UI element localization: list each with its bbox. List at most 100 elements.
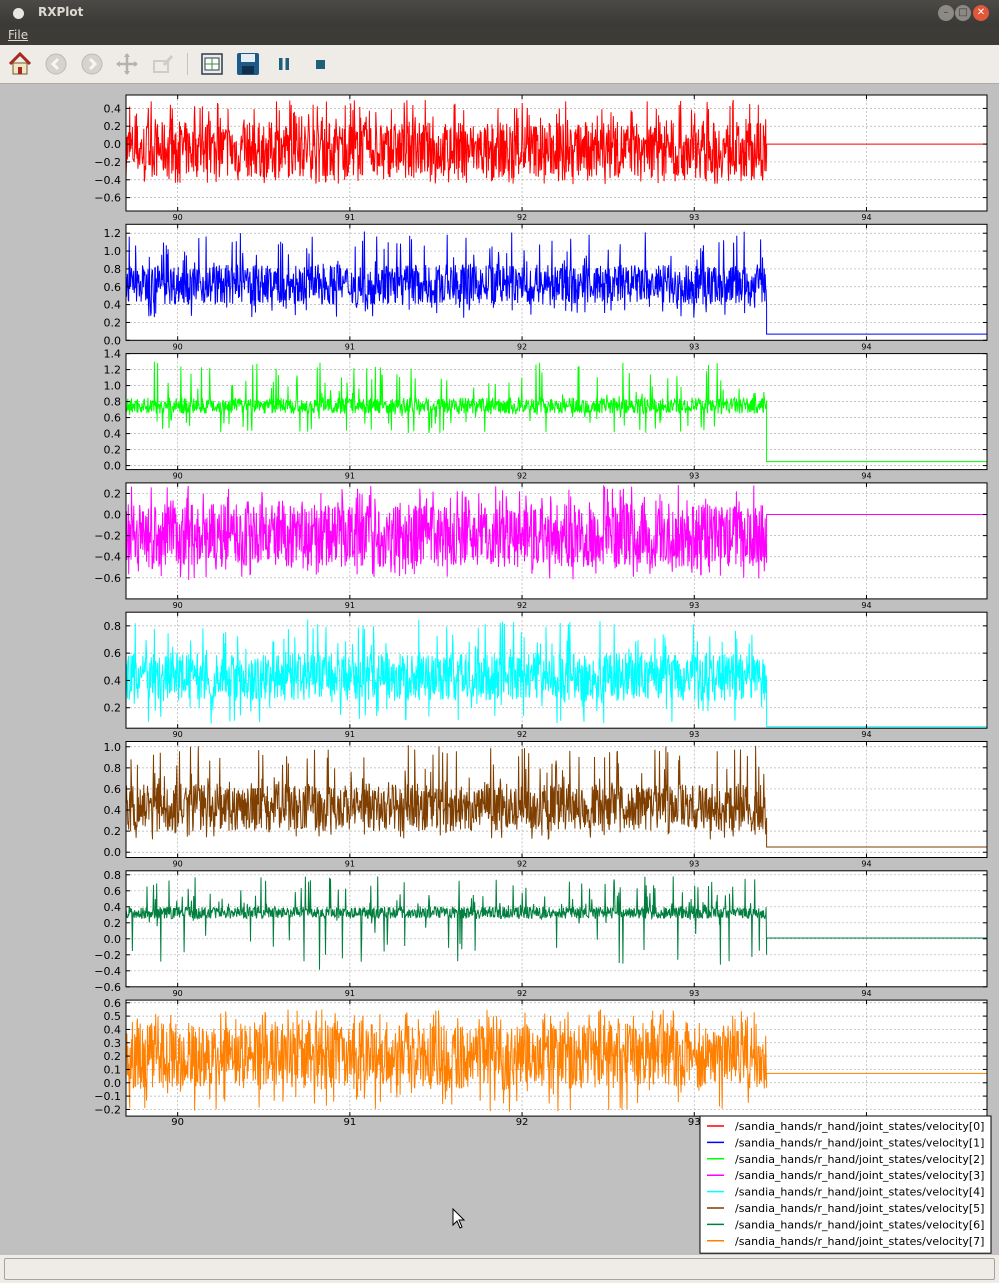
x-tick-label: 91 — [345, 601, 355, 610]
status-field — [4, 1258, 995, 1280]
y-tick-label: 0.6 — [104, 647, 122, 660]
y-tick-label: 0.8 — [104, 869, 122, 882]
y-tick-label: 0.2 — [104, 316, 122, 329]
y-tick-label: −0.1 — [94, 1090, 121, 1103]
y-tick-label: 0.4 — [104, 299, 122, 312]
y-tick-label: 0.0 — [104, 138, 122, 151]
mouse-pointer-icon — [452, 1207, 466, 1234]
y-tick-label: 0.1 — [104, 1063, 122, 1076]
y-tick-label: −0.6 — [94, 572, 121, 585]
y-tick-label: −0.2 — [94, 156, 121, 169]
forward-icon[interactable] — [79, 51, 105, 77]
legend: /sandia_hands/r_hand/joint_states/veloci… — [699, 1115, 992, 1254]
subplot-4: 0.2 0.4 0.6 0.8 90 91 92 93 94 — [104, 611, 988, 739]
y-tick-label: 0.4 — [104, 804, 122, 817]
x-tick-label: 90 — [173, 860, 183, 869]
y-tick-label: 0.0 — [104, 846, 122, 859]
home-icon[interactable] — [7, 51, 33, 77]
x-tick-label: 93 — [689, 989, 699, 998]
y-tick-label: 0.6 — [104, 412, 122, 425]
title-bar: RXPlot – □ ✕ — [0, 0, 999, 26]
x-tick-label: 91 — [345, 213, 355, 222]
y-tick-label: 0.6 — [104, 783, 122, 796]
subplot-5: 0.0 0.2 0.4 0.6 0.8 1.0 90 91 92 93 94 — [104, 741, 988, 869]
subplots-icon[interactable] — [199, 51, 225, 77]
y-tick-label: 1.0 — [104, 741, 122, 754]
save-icon[interactable] — [235, 51, 261, 77]
legend-label-1: /sandia_hands/r_hand/joint_states/veloci… — [735, 1136, 984, 1149]
pan-icon[interactable] — [114, 51, 140, 77]
menu-file[interactable]: File — [8, 28, 28, 42]
subplot-1: 0.0 0.2 0.4 0.6 0.8 1.0 1.2 90 91 92 93 94 — [104, 223, 988, 351]
x-tick-label: 90 — [173, 730, 183, 739]
y-tick-label: −0.4 — [94, 965, 121, 978]
x-tick-label: 94 — [861, 342, 871, 351]
x-tick-label: 90 — [173, 342, 183, 351]
y-tick-label: −0.2 — [94, 530, 121, 543]
x-tick-label: 94 — [861, 989, 871, 998]
x-tick-label: 91 — [345, 860, 355, 869]
y-tick-label: 0.0 — [104, 1077, 122, 1090]
y-tick-label: 0.2 — [104, 444, 122, 457]
x-tick-label: 91 — [343, 1117, 356, 1128]
pause-icon[interactable] — [271, 51, 297, 77]
x-tick-label: 91 — [345, 472, 355, 481]
x-tick-label: 93 — [689, 601, 699, 610]
maximize-button[interactable]: □ — [955, 5, 971, 21]
subplot-0: −0.6 −0.4 −0.2 0.0 0.2 0.4 90 91 92 93 94 — [94, 94, 988, 222]
legend-label-5: /sandia_hands/r_hand/joint_states/veloci… — [735, 1202, 984, 1215]
subplot-6: −0.6 −0.4 −0.2 0.0 0.2 0.4 0.6 0.8 90 91 92 93 94 — [94, 869, 988, 998]
close-button[interactable]: ✕ — [973, 5, 989, 21]
x-tick-label: 93 — [689, 860, 699, 869]
zoom-icon[interactable] — [150, 51, 176, 77]
y-tick-label: 0.4 — [104, 428, 122, 441]
y-tick-label: −0.6 — [94, 192, 121, 205]
subplot-7: −0.2−0.10.00.10.20.30.40.50.69091929394 — [94, 997, 988, 1128]
x-tick-label: 91 — [345, 730, 355, 739]
x-tick-label: 92 — [517, 472, 527, 481]
subplot-2: 0.0 0.2 0.4 0.6 0.8 1.0 1.2 1.4 90 91 92 93 94 — [104, 348, 988, 481]
legend-label-7: /sandia_hands/r_hand/joint_states/veloci… — [735, 1235, 984, 1248]
y-tick-label: 0.2 — [104, 825, 122, 838]
legend-label-0: /sandia_hands/r_hand/joint_states/veloci… — [735, 1120, 984, 1133]
y-tick-label: 1.2 — [104, 227, 122, 240]
x-tick-label: 92 — [516, 1117, 529, 1128]
stop-icon[interactable] — [307, 51, 333, 77]
y-tick-label: −0.4 — [94, 174, 121, 187]
legend-label-4: /sandia_hands/r_hand/joint_states/veloci… — [735, 1186, 984, 1199]
y-tick-label: 0.6 — [104, 885, 122, 898]
y-tick-label: −0.2 — [94, 1103, 121, 1116]
y-tick-label: −0.2 — [94, 949, 121, 962]
y-tick-label: 0.2 — [104, 120, 122, 133]
x-tick-label: 94 — [861, 601, 871, 610]
legend-label-6: /sandia_hands/r_hand/joint_states/veloci… — [735, 1218, 984, 1231]
x-tick-label: 90 — [173, 989, 183, 998]
x-tick-label: 90 — [173, 213, 183, 222]
status-bar — [0, 1255, 999, 1283]
x-tick-label: 93 — [689, 342, 699, 351]
minimize-button[interactable]: – — [938, 5, 954, 21]
y-tick-label: 0.4 — [104, 674, 122, 687]
x-tick-label: 91 — [345, 342, 355, 351]
x-tick-label: 90 — [173, 472, 183, 481]
app-icon — [13, 8, 24, 19]
axes-background — [126, 353, 987, 470]
x-tick-label: 94 — [861, 472, 871, 481]
y-tick-label: 0.8 — [104, 620, 122, 633]
x-tick-label: 93 — [689, 472, 699, 481]
plot-canvas[interactable]: −0.6 −0.4 −0.2 0.0 0.2 0.4 90 91 92 93 94 0.0 0.2 0.4… — [0, 84, 999, 1254]
y-tick-label: 0.0 — [104, 460, 122, 473]
x-tick-label: 92 — [517, 213, 527, 222]
y-tick-label: 0.0 — [104, 509, 122, 522]
y-tick-label: 0.0 — [104, 334, 122, 347]
y-tick-label: 0.6 — [104, 997, 122, 1010]
x-tick-label: 90 — [171, 1117, 184, 1128]
x-tick-label: 93 — [689, 730, 699, 739]
toolbar — [0, 45, 999, 84]
y-tick-label: 0.8 — [104, 263, 122, 276]
y-tick-label: 0.2 — [104, 1050, 122, 1063]
back-icon[interactable] — [43, 51, 69, 77]
x-tick-label: 94 — [861, 213, 871, 222]
y-tick-label: 0.0 — [104, 933, 122, 946]
y-tick-label: 0.2 — [104, 487, 122, 500]
